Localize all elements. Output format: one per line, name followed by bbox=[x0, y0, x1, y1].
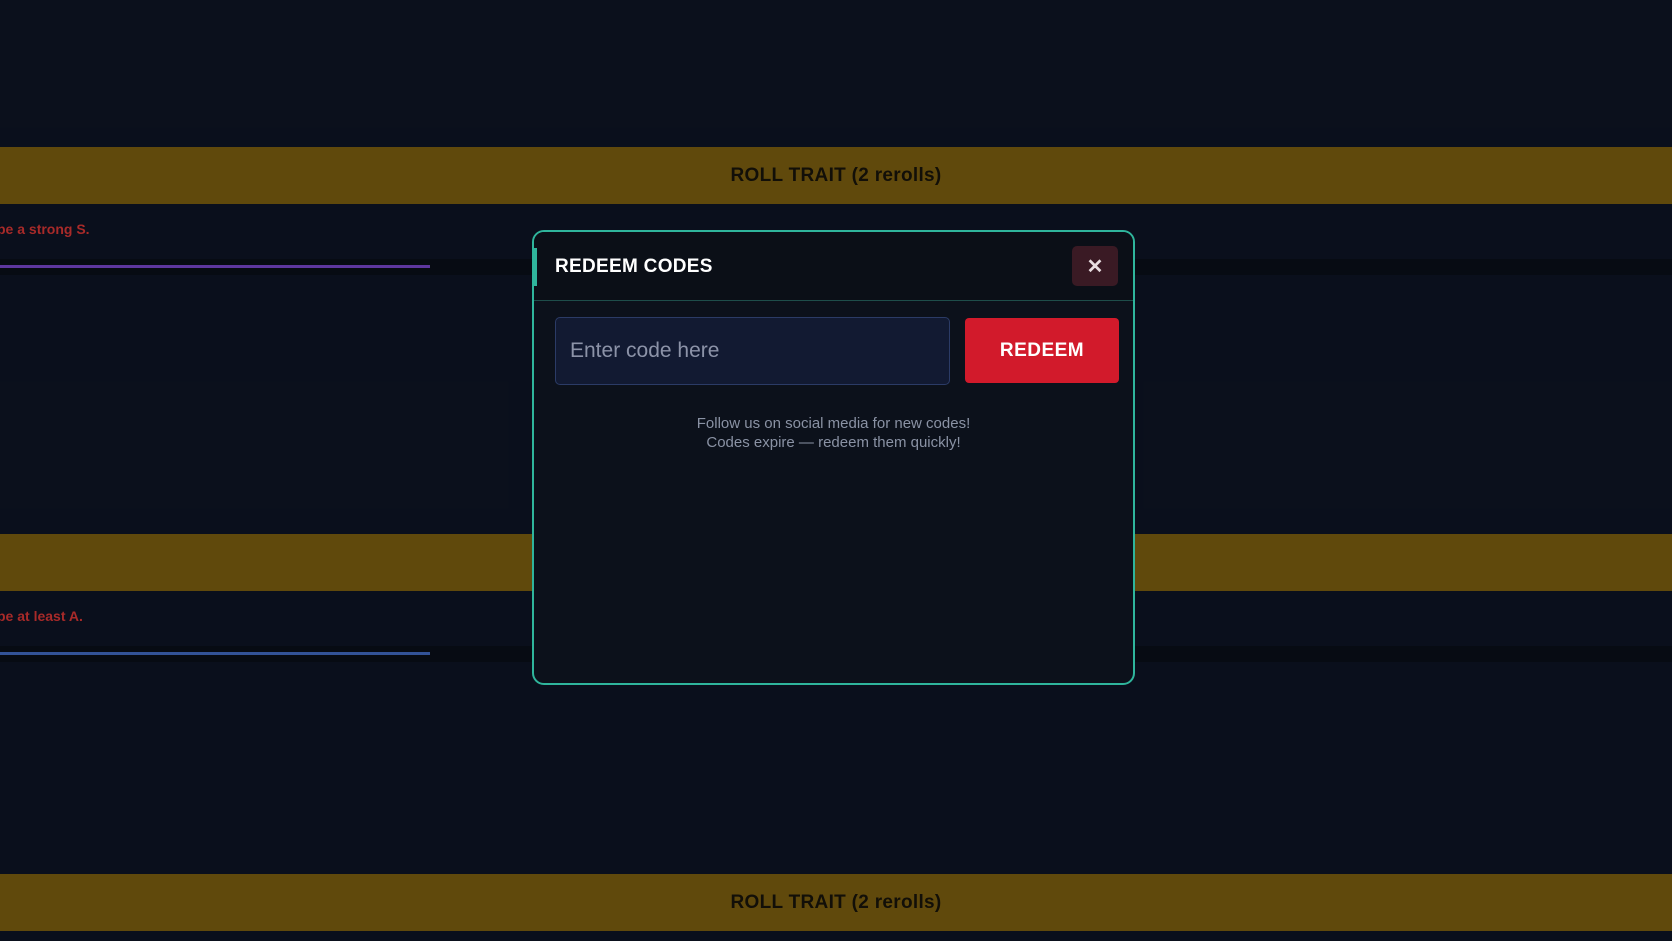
modal-title: REDEEM CODES bbox=[555, 256, 713, 277]
info-line: Codes expire — redeem them quickly! bbox=[706, 434, 961, 451]
close-icon: ✕ bbox=[1086, 255, 1104, 278]
header-accent-bar bbox=[534, 248, 537, 286]
redeem-codes-modal: REDEEM CODES ✕ REDEEM Follow us on socia… bbox=[532, 230, 1135, 685]
code-input[interactable] bbox=[555, 317, 950, 385]
info-text: Follow us on social media for new codes!… bbox=[534, 414, 1133, 452]
info-line: Follow us on social media for new codes! bbox=[696, 415, 971, 432]
modal-header: REDEEM CODES ✕ bbox=[534, 232, 1133, 301]
redeem-button[interactable]: REDEEM bbox=[965, 318, 1119, 383]
close-button[interactable]: ✕ bbox=[1072, 246, 1118, 286]
